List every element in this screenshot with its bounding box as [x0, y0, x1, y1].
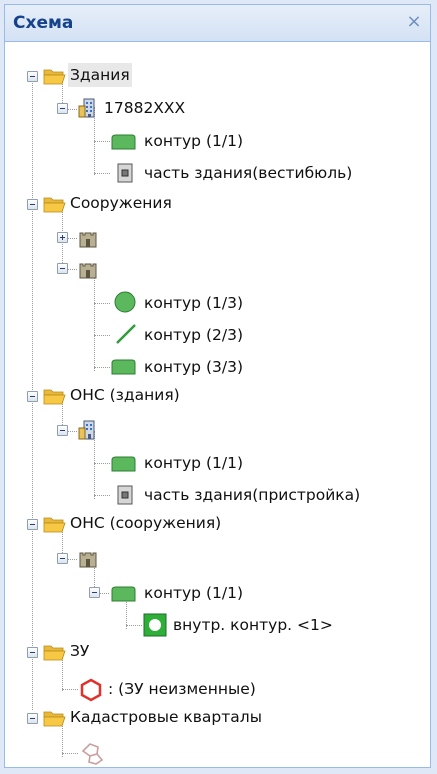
tree-connector	[94, 431, 95, 499]
tower-icon	[79, 232, 97, 248]
schema-tree: Здания 17882XXX контур (1/1) часть здани…	[5, 41, 430, 767]
schema-panel: Схема × Здания 17882XXX контур (1/1) час…	[4, 4, 431, 768]
green-circle-icon	[114, 291, 136, 313]
panel-header: Схема ×	[5, 5, 430, 42]
folder-open-icon	[43, 517, 66, 533]
expand-toggle[interactable]	[57, 232, 68, 243]
tree-connector	[62, 723, 63, 757]
tree-connector	[67, 269, 77, 270]
collapse-toggle[interactable]	[57, 553, 68, 564]
node-contour[interactable]: контур (1/1)	[142, 581, 245, 605]
green-contour-icon	[111, 456, 136, 472]
folder-open-icon	[43, 197, 66, 213]
inner-contour-icon	[143, 613, 167, 637]
building-icon	[78, 420, 95, 440]
building-icon	[78, 98, 95, 118]
collapse-toggle[interactable]	[57, 103, 68, 114]
tree-connector	[126, 625, 142, 626]
node-land[interactable]: ЗУ	[68, 639, 91, 663]
collapse-toggle[interactable]	[27, 71, 38, 82]
tree-connector	[94, 367, 110, 368]
folder-open-icon	[43, 69, 66, 85]
collapse-toggle[interactable]	[27, 391, 38, 402]
folder-open-icon	[43, 645, 66, 661]
tree-connector	[94, 173, 110, 174]
collapse-toggle[interactable]	[89, 587, 100, 598]
tree-connector	[62, 753, 78, 754]
tree-connector	[62, 657, 63, 691]
building-part-icon	[117, 163, 133, 183]
node-contour[interactable]: контур (2/3)	[142, 323, 245, 347]
tower-icon	[79, 552, 97, 568]
folder-open-icon	[43, 389, 66, 405]
tree-connector	[67, 431, 77, 432]
close-icon[interactable]: ×	[404, 11, 424, 33]
node-building-part[interactable]: часть здания(пристройка)	[142, 483, 362, 507]
collapse-toggle[interactable]	[27, 713, 38, 724]
building-part-icon	[117, 485, 133, 505]
node-cadastral[interactable]: Кадастровые кварталы	[68, 705, 264, 729]
collapse-toggle[interactable]	[57, 425, 68, 436]
node-land-unchanged[interactable]: : (ЗУ неизменные)	[106, 677, 258, 701]
tree-connector	[94, 463, 110, 464]
tree-connector	[67, 109, 77, 110]
node-contour[interactable]: контур (1/3)	[142, 291, 245, 315]
node-buildings[interactable]: Здания	[68, 63, 132, 87]
node-structures[interactable]: Сооружения	[68, 191, 174, 215]
tree-connector	[94, 141, 110, 142]
tower-icon	[79, 263, 97, 279]
folder-open-icon	[43, 711, 66, 727]
tree-connector	[94, 303, 110, 304]
panel-title: Схема	[13, 13, 74, 33]
collapse-toggle[interactable]	[27, 647, 38, 658]
tree-connector	[67, 238, 77, 239]
node-building-1[interactable]: 17882XXX	[102, 96, 187, 120]
red-hexagon-icon	[80, 678, 102, 702]
tree-connector	[94, 269, 95, 371]
tree-connector	[94, 335, 110, 336]
collapse-toggle[interactable]	[27, 519, 38, 530]
node-ons-structures[interactable]: ОНС (сооружения)	[68, 511, 223, 535]
green-contour-icon	[111, 134, 136, 150]
collapse-toggle[interactable]	[27, 199, 38, 210]
node-contour[interactable]: контур (1/1)	[142, 451, 245, 475]
tree-connector	[62, 689, 78, 690]
collapse-toggle[interactable]	[57, 263, 68, 274]
node-contour[interactable]: контур (3/3)	[142, 355, 245, 379]
green-contour-icon	[111, 359, 136, 375]
cadastral-quarter-icon	[81, 743, 104, 765]
node-contour[interactable]: контур (1/1)	[142, 129, 245, 153]
green-line-icon	[116, 324, 136, 344]
green-contour-icon	[111, 586, 136, 602]
tree-connector	[67, 559, 77, 560]
node-inner-contour[interactable]: внутр. контур. <1>	[171, 613, 335, 637]
tree-connector	[99, 593, 109, 594]
node-building-part[interactable]: часть здания(вестибюль)	[142, 161, 354, 185]
node-ons-buildings[interactable]: ОНС (здания)	[68, 383, 182, 407]
tree-connector	[94, 495, 110, 496]
